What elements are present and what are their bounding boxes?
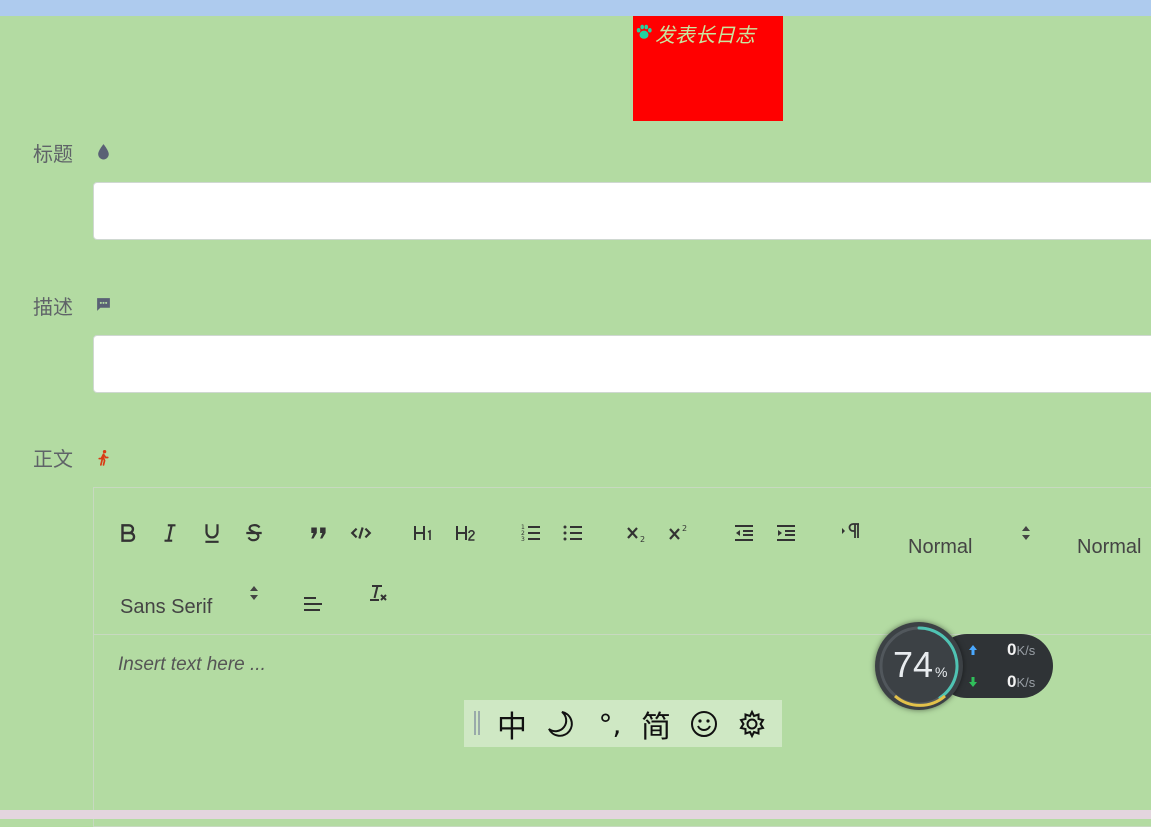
bottom-strip <box>0 810 1151 819</box>
editor-placeholder[interactable]: Insert text here ... <box>118 654 266 676</box>
browser-top-strip <box>0 0 1151 16</box>
comment-icon <box>97 298 110 311</box>
ime-mode-toggle[interactable]: 中 <box>492 704 532 745</box>
underline-icon <box>205 524 219 543</box>
svg-text:3: 3 <box>521 536 525 543</box>
network-monitor-widget[interactable]: 74 % 0K/s 0K/s <box>875 622 1055 712</box>
underline-button[interactable] <box>197 520 227 546</box>
superscript-icon: 2 <box>669 524 687 540</box>
svg-text:2: 2 <box>682 524 687 533</box>
heading-1-icon <box>414 526 431 540</box>
heading-2-icon <box>456 526 475 541</box>
indent-button[interactable] <box>771 520 801 546</box>
h2-button[interactable] <box>451 520 481 546</box>
page-title: 发表长日志 <box>655 23 755 47</box>
ime-emoji-button[interactable] <box>684 704 724 744</box>
size-select[interactable]: Normal <box>1077 536 1141 559</box>
bold-icon <box>121 524 136 542</box>
walking-person-icon <box>98 449 109 466</box>
subscript-button[interactable]: 2 <box>622 520 652 546</box>
outdent-button[interactable] <box>729 520 759 546</box>
italic-button[interactable] <box>155 520 185 546</box>
editor-toolbar: 123 2 2 Normal Normal Sans Serif <box>94 488 1151 635</box>
strike-button[interactable] <box>239 520 269 546</box>
title-input[interactable] <box>93 182 1151 240</box>
ordered-list-button[interactable]: 123 <box>516 520 546 546</box>
blockquote-button[interactable] <box>304 520 334 546</box>
paw-icon <box>636 24 652 39</box>
ime-drag-handle[interactable] <box>474 711 480 735</box>
smiley-icon <box>691 711 717 737</box>
code-block-button[interactable] <box>346 520 376 546</box>
usage-percent-sign: % <box>935 664 948 680</box>
ime-halfwidth-toggle[interactable] <box>540 704 580 744</box>
description-label: 描述 <box>33 295 73 319</box>
strikethrough-icon <box>246 524 262 542</box>
description-input[interactable] <box>93 335 1151 393</box>
code-icon <box>350 527 372 539</box>
ime-toolbar: 中 °, 简 <box>464 700 782 747</box>
italic-icon <box>164 524 176 542</box>
ime-settings-button[interactable] <box>732 704 772 744</box>
upload-speed: 0K/s <box>1007 640 1036 659</box>
body-label: 正文 <box>33 447 73 471</box>
header-select-arrow-icon <box>1022 526 1030 540</box>
align-button[interactable] <box>298 591 328 617</box>
page-header: 发表长日志 <box>633 16 783 121</box>
h1-button[interactable] <box>409 520 439 546</box>
font-select[interactable]: Sans Serif <box>120 596 212 619</box>
bullet-list-icon <box>563 525 582 541</box>
svg-text:2: 2 <box>640 535 645 544</box>
font-select-arrow-icon <box>250 586 258 600</box>
moon-icon <box>548 711 573 737</box>
bullet-list-button[interactable] <box>558 520 588 546</box>
ordered-list-icon: 123 <box>521 524 540 543</box>
quote-icon <box>311 527 326 539</box>
gear-icon <box>739 709 765 739</box>
ime-punctuation-toggle[interactable]: °, <box>590 704 630 744</box>
clean-format-button[interactable] <box>362 580 392 606</box>
superscript-button[interactable]: 2 <box>664 520 694 546</box>
header-select[interactable]: Normal <box>908 536 972 559</box>
subscript-icon: 2 <box>627 527 645 544</box>
clear-format-icon <box>370 585 387 601</box>
pilcrow-direction-icon <box>842 523 859 538</box>
download-arrow-icon <box>969 677 977 687</box>
drop-icon <box>98 144 109 160</box>
upload-arrow-icon <box>969 645 977 655</box>
usage-gauge: 74 % <box>875 622 963 710</box>
bold-button[interactable] <box>113 520 143 546</box>
title-label: 标题 <box>33 142 73 166</box>
text-direction-button[interactable] <box>836 518 866 544</box>
usage-percent: 74 <box>893 644 934 685</box>
align-left-icon <box>304 597 322 611</box>
download-speed: 0K/s <box>1007 672 1036 691</box>
ime-charset-toggle[interactable]: 简 <box>636 704 676 745</box>
outdent-icon <box>735 525 753 541</box>
indent-icon <box>777 525 795 541</box>
